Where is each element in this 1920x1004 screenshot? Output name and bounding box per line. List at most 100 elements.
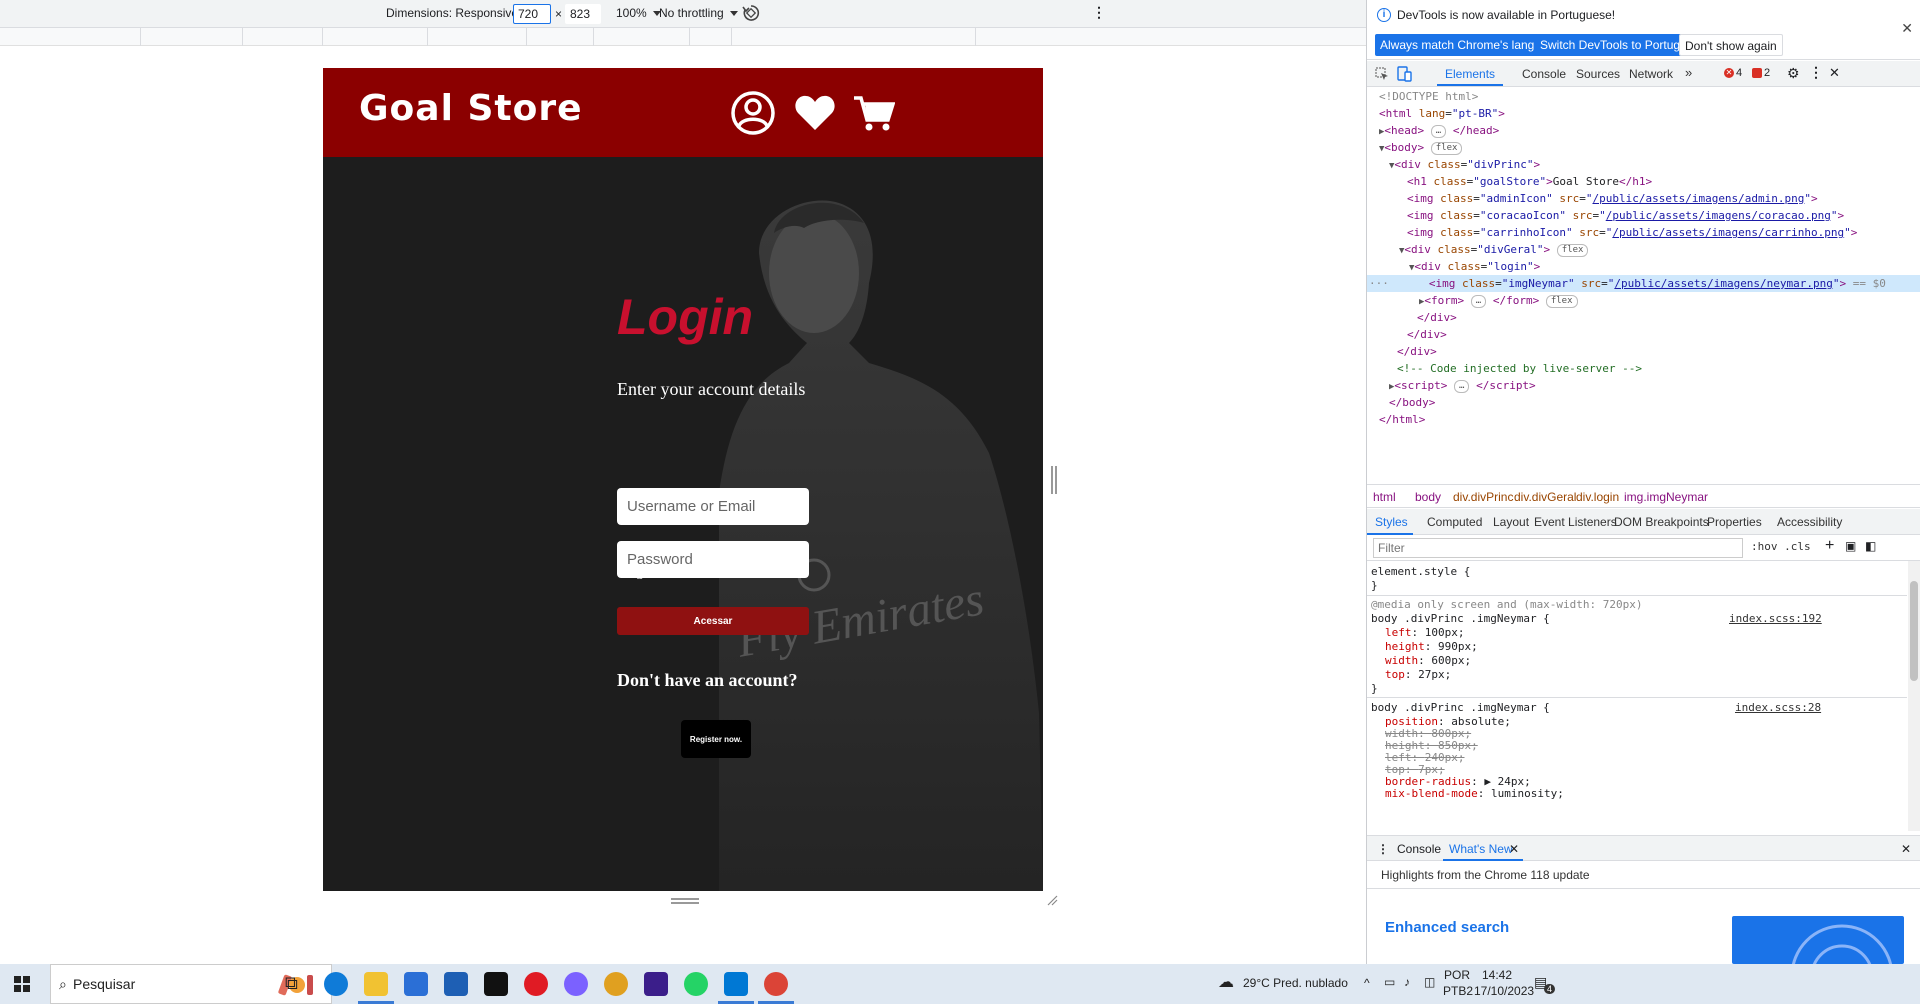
tab-network[interactable]: Network bbox=[1629, 67, 1673, 81]
resize-handle-bottom[interactable] bbox=[671, 898, 699, 904]
rotate-icon[interactable] bbox=[742, 4, 760, 22]
rule1-selector[interactable]: body .divPrinc .imgNeymar { bbox=[1371, 612, 1550, 626]
app-icon[interactable] bbox=[484, 972, 508, 996]
store-icon[interactable] bbox=[404, 972, 428, 996]
dom-line[interactable]: </body> bbox=[1389, 394, 1435, 411]
windows-start-icon[interactable] bbox=[14, 976, 30, 992]
chrome-profile-icon[interactable] bbox=[764, 972, 788, 996]
close-drawer-icon[interactable]: ✕ bbox=[1901, 842, 1911, 856]
network-icon[interactable]: ▭ bbox=[1384, 975, 1395, 989]
forgot-password-link[interactable]: Forgot Password? bbox=[617, 565, 717, 581]
intellij-icon[interactable] bbox=[644, 972, 668, 996]
close-devtools-icon[interactable]: ✕ bbox=[1829, 65, 1840, 81]
css-prop[interactable]: left: 100px; bbox=[1385, 626, 1465, 640]
cart-icon[interactable] bbox=[853, 96, 895, 132]
crumb-login[interactable]: div.login bbox=[1576, 490, 1619, 504]
throttling-dropdown[interactable]: No throttling bbox=[659, 6, 738, 20]
dom-line[interactable]: ▼<div class="divPrinc"> bbox=[1389, 156, 1540, 173]
app-purple-icon[interactable] bbox=[564, 972, 588, 996]
dimensions-dropdown[interactable]: Dimensions: Responsive bbox=[386, 6, 533, 20]
app-red-icon[interactable] bbox=[524, 972, 548, 996]
crumb-body[interactable]: body bbox=[1415, 490, 1441, 504]
dom-line[interactable]: <!-- Code injected by live-server --> bbox=[1397, 360, 1642, 377]
task-view-icon[interactable]: ⧉ bbox=[285, 973, 298, 994]
drawer-menu-icon[interactable]: ⋮ bbox=[1377, 842, 1389, 856]
dom-line[interactable]: </html> bbox=[1379, 411, 1425, 428]
more-options-icon[interactable]: ⋮ bbox=[1809, 64, 1823, 81]
drawer-tab-whats-new[interactable]: What's New bbox=[1449, 842, 1513, 856]
username-input[interactable] bbox=[617, 488, 809, 525]
inspect-element-icon[interactable] bbox=[1375, 67, 1389, 81]
weather-text[interactable]: 29°C Pred. nublado bbox=[1243, 976, 1348, 990]
acessar-button[interactable]: Acessar bbox=[617, 607, 809, 635]
issues-badge[interactable]: 2 bbox=[1752, 67, 1770, 79]
crumb-divgeral[interactable]: div.divGeral bbox=[1514, 490, 1576, 504]
rule2-source-link[interactable]: index.scss:28 bbox=[1735, 701, 1821, 715]
clock-time[interactable]: 14:42 bbox=[1482, 968, 1512, 982]
dom-line[interactable]: ▶<script> … </script> bbox=[1389, 377, 1536, 394]
rule1-source-link[interactable]: index.scss:192 bbox=[1729, 612, 1822, 626]
dom-line[interactable]: ▼<body> flex bbox=[1379, 139, 1463, 156]
settings-gear-icon[interactable]: ⚙ bbox=[1787, 65, 1800, 82]
zoom-dropdown[interactable]: 100% bbox=[616, 6, 661, 20]
css-prop[interactable]: height: 990px; bbox=[1385, 640, 1478, 654]
whatsapp-icon[interactable] bbox=[684, 972, 708, 996]
scrollbar-thumb[interactable] bbox=[1910, 581, 1918, 681]
height-input[interactable]: 823 bbox=[565, 4, 601, 24]
width-input[interactable]: 720 bbox=[513, 4, 551, 24]
weather-icon[interactable]: ☁ bbox=[1218, 972, 1234, 992]
tab-console[interactable]: Console bbox=[1522, 67, 1566, 81]
edge-icon[interactable] bbox=[324, 972, 348, 996]
tab-elements[interactable]: Elements bbox=[1445, 67, 1495, 81]
dom-line[interactable]: <img class="carrinhoIcon" src="/public/a… bbox=[1407, 224, 1857, 241]
tab-styles[interactable]: Styles bbox=[1375, 515, 1408, 529]
crumb-imgneymar[interactable]: img.imgNeymar bbox=[1624, 490, 1708, 504]
dom-line[interactable]: ▼<div class="login"> bbox=[1409, 258, 1540, 275]
element-style-rule[interactable]: element.style { bbox=[1371, 565, 1470, 579]
paint-brush-icon[interactable]: ▣ bbox=[1845, 539, 1856, 553]
dom-line[interactable]: <img class="coracaoIcon" src="/public/as… bbox=[1407, 207, 1844, 224]
enhanced-search-link[interactable]: Enhanced search bbox=[1385, 919, 1509, 936]
more-tabs-icon[interactable]: » bbox=[1685, 65, 1692, 80]
dom-line[interactable]: </div> bbox=[1397, 343, 1437, 360]
close-tab-icon[interactable]: ✕ bbox=[1509, 842, 1519, 856]
styles-scrollbar[interactable] bbox=[1908, 561, 1920, 831]
resize-handle-right[interactable] bbox=[1051, 466, 1057, 494]
close-icon[interactable]: ✕ bbox=[1901, 20, 1913, 37]
tab-dom-breakpoints[interactable]: DOM Breakpoints bbox=[1614, 515, 1709, 529]
hov-cls-toggles[interactable]: :hov .cls bbox=[1751, 540, 1811, 553]
volume-icon[interactable]: ♪ bbox=[1404, 975, 1410, 989]
dom-line[interactable]: <h1 class="goalStore">Goal Store</h1> bbox=[1407, 173, 1652, 190]
device-toggle-icon[interactable] bbox=[1396, 66, 1412, 82]
tab-accessibility[interactable]: Accessibility bbox=[1777, 515, 1842, 529]
rule2-selector[interactable]: body .divPrinc .imgNeymar { bbox=[1371, 701, 1550, 715]
styles-filter-input[interactable] bbox=[1373, 538, 1743, 558]
dom-line[interactable]: <html lang="pt-BR"> bbox=[1379, 105, 1505, 122]
clock-date[interactable]: 17/10/2023 bbox=[1474, 984, 1534, 998]
mail-icon[interactable] bbox=[444, 972, 468, 996]
dom-line[interactable]: <img class="adminIcon" src="/public/asse… bbox=[1407, 190, 1818, 207]
dont-show-again-button[interactable]: Don't show again bbox=[1679, 34, 1783, 56]
register-button[interactable]: Register now. bbox=[681, 720, 751, 758]
dom-line[interactable]: ▶<head> … </head> bbox=[1379, 122, 1499, 139]
css-prop[interactable]: top: 27px; bbox=[1385, 668, 1451, 682]
vscode-icon[interactable] bbox=[724, 972, 748, 996]
file-explorer-icon[interactable] bbox=[364, 972, 388, 996]
dom-line[interactable]: ▶<form> … </form> flex bbox=[1419, 292, 1578, 309]
tab-properties[interactable]: Properties bbox=[1707, 515, 1762, 529]
css-prop[interactable]: mix-blend-mode: luminosity; bbox=[1385, 787, 1564, 801]
user-icon[interactable] bbox=[730, 90, 776, 136]
resize-corner-icon[interactable] bbox=[1046, 894, 1058, 906]
dom-line[interactable]: <!DOCTYPE html> bbox=[1379, 88, 1478, 105]
tab-event-listeners[interactable]: Event Listeners bbox=[1534, 515, 1617, 529]
chevron-up-icon[interactable]: ^ bbox=[1364, 976, 1370, 990]
dom-line-selected[interactable]: ··· <img class="imgNeymar" src="/public/a… bbox=[1367, 275, 1920, 292]
drawer-tab-console[interactable]: Console bbox=[1397, 842, 1441, 856]
tab-layout[interactable]: Layout bbox=[1493, 515, 1529, 529]
battery-icon[interactable]: ◫ bbox=[1424, 975, 1435, 989]
tab-computed[interactable]: Computed bbox=[1427, 515, 1482, 529]
tab-sources[interactable]: Sources bbox=[1576, 67, 1620, 81]
new-rule-icon[interactable]: + bbox=[1825, 537, 1834, 555]
toggle-sidebar-icon[interactable]: ◧ bbox=[1865, 539, 1876, 553]
errors-badge[interactable]: ✕ 4 bbox=[1724, 67, 1742, 79]
